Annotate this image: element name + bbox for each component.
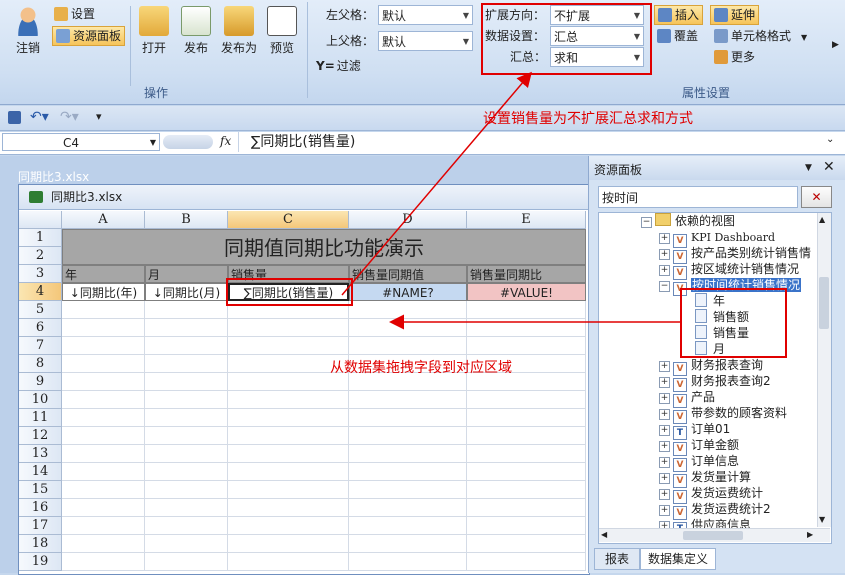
annotation-arrows <box>341 71 680 330</box>
arrow-to-props <box>341 71 532 296</box>
